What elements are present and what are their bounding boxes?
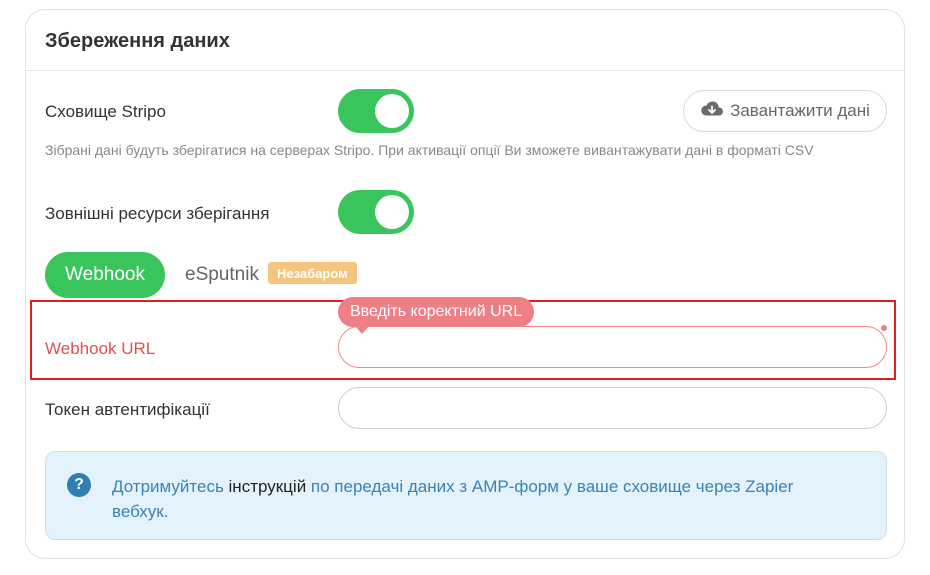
- required-indicator: [881, 325, 887, 331]
- instructions-link[interactable]: інструкцій: [229, 477, 307, 496]
- download-data-button[interactable]: Завантажити дані: [683, 90, 887, 132]
- auth-token-label: Токен автентифікації: [45, 400, 210, 419]
- info-text: Дотримуйтесь інструкцій по передачі дани…: [112, 474, 852, 524]
- question-icon: ?: [67, 473, 91, 497]
- error-tooltip: Введіть коректний URL: [338, 297, 535, 327]
- download-data-label: Завантажити дані: [730, 101, 870, 120]
- auth-token-input[interactable]: [338, 387, 887, 429]
- stripo-storage-hint: Зібрані дані будуть зберігатися на серве…: [45, 142, 814, 158]
- tooltip-arrow: [355, 326, 369, 334]
- cloud-download-icon: [700, 100, 724, 123]
- webhook-url-label: Webhook URL: [45, 339, 156, 358]
- info-box: ? Дотримуйтесь інструкцій по передачі да…: [45, 451, 887, 540]
- tab-esputnik[interactable]: eSputnik: [185, 264, 259, 286]
- webhook-url-input[interactable]: [338, 326, 887, 368]
- soon-badge: Незабаром: [268, 262, 357, 284]
- tab-webhook[interactable]: Webhook: [45, 252, 165, 298]
- external-storage-label: Зовнішні ресурси зберігання: [45, 204, 270, 223]
- toggle-knob: [375, 195, 409, 229]
- stripo-storage-toggle[interactable]: [338, 89, 414, 133]
- stripo-storage-label: Сховище Stripo: [45, 102, 166, 121]
- external-storage-toggle[interactable]: [338, 190, 414, 234]
- card-title: Збереження даних: [26, 10, 904, 71]
- toggle-knob: [375, 94, 409, 128]
- info-text-before: Дотримуйтесь: [112, 477, 229, 496]
